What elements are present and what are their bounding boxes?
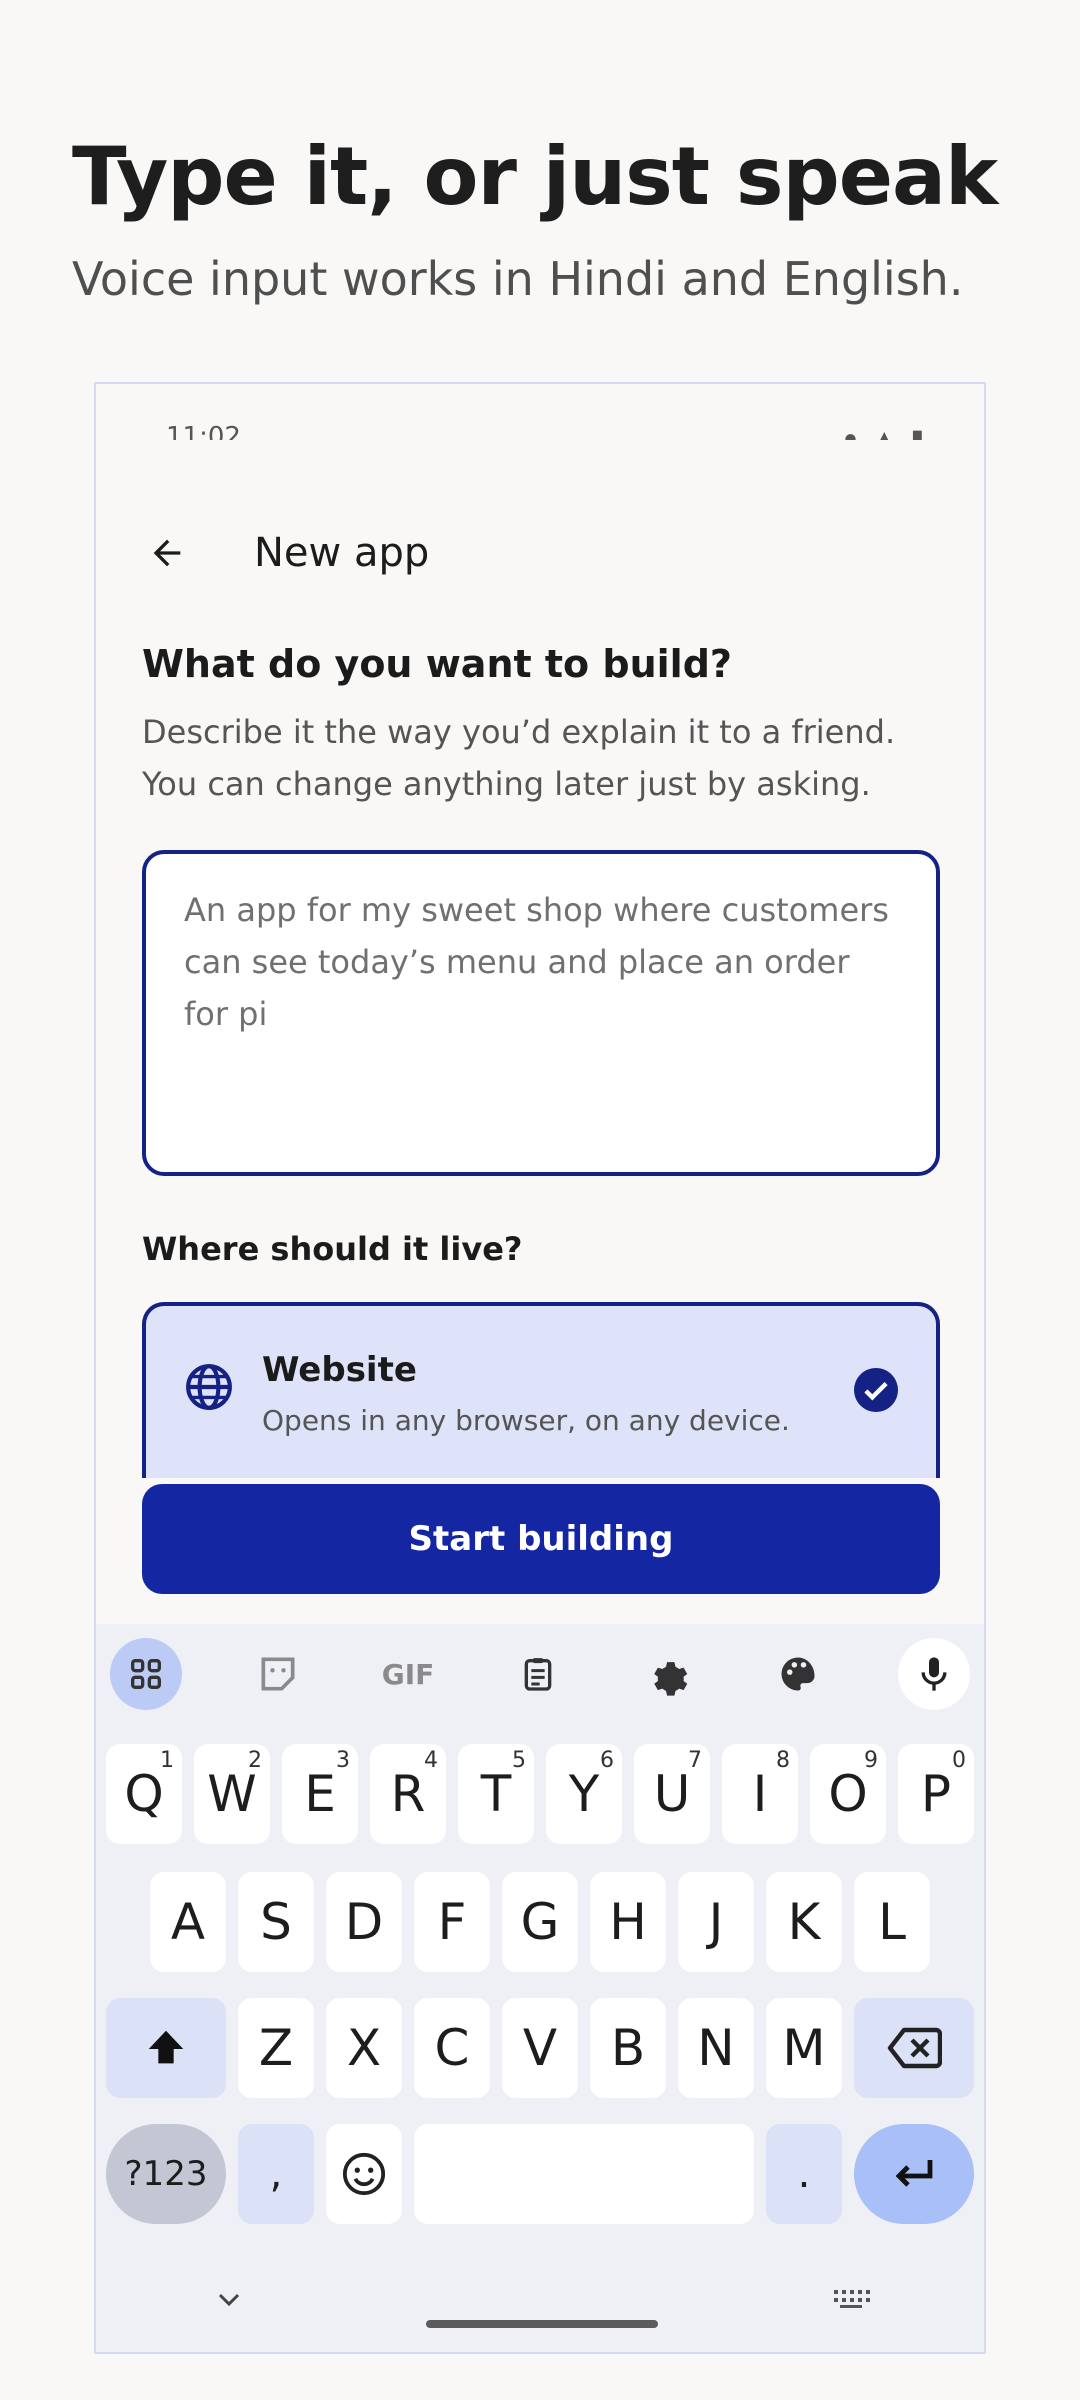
back-button[interactable] [132,518,202,588]
key-i[interactable]: I8 [722,1744,798,1844]
palette-icon[interactable] [762,1638,834,1710]
emoji-icon [342,2152,386,2196]
key-f[interactable]: F [414,1872,490,1972]
globe-icon [186,1364,232,1410]
gear-icon[interactable] [632,1638,704,1710]
navigation-bar [96,2276,984,2352]
key-y[interactable]: Y6 [546,1744,622,1844]
status-time: 11:02 [166,422,241,440]
key-z[interactable]: Z [238,1998,314,2098]
key-o[interactable]: O9 [810,1744,886,1844]
emoji-key[interactable] [326,2124,402,2224]
app-bar: New app [96,504,984,604]
key-s[interactable]: S [238,1872,314,1972]
key-d[interactable]: D [326,1872,402,1972]
enter-key[interactable] [854,2124,974,2224]
key-p[interactable]: P0 [898,1744,974,1844]
key-v[interactable]: V [502,1998,578,2098]
shift-icon [148,2030,184,2064]
key-m[interactable]: M [766,1998,842,2098]
question-description: Describe it the way you’d explain it to … [142,713,896,803]
shift-key[interactable] [106,1998,226,2098]
key-t[interactable]: T5 [458,1744,534,1844]
key-g[interactable]: G [502,1872,578,1972]
mic-icon[interactable] [898,1638,970,1710]
check-circle-icon [854,1368,898,1412]
status-icons: ● ▲ ▮ [843,425,928,440]
key-x[interactable]: X [326,1998,402,2098]
key-r[interactable]: R4 [370,1744,446,1844]
key-a[interactable]: A [150,1872,226,1972]
page-title: New app [254,530,430,576]
phone-screenshot-frame: 11:02 ● ▲ ▮ New app What do you want to … [94,382,986,2354]
key-c[interactable]: C [414,1998,490,2098]
app-description-input[interactable]: An app for my sweet shop where customers… [142,850,940,1176]
key-n[interactable]: N [678,1998,754,2098]
enter-icon [895,2160,933,2187]
promo-title: Type it, or just speak [72,130,998,223]
sticker-icon[interactable] [242,1638,314,1710]
period-key[interactable]: . [766,2124,842,2224]
question-title: What do you want to build? [142,642,732,686]
status-bar: 11:02 ● ▲ ▮ [96,384,984,440]
chevron-down-icon[interactable] [216,2284,242,2316]
symbols-key[interactable]: ?123 [106,2124,226,2224]
key-b[interactable]: B [590,1998,666,2098]
backspace-key[interactable] [854,1998,974,2098]
on-screen-keyboard: GIF Q1 W2 E3 R4 T5 Y6 U7 I8 O9 P0 A S D [96,1624,984,2352]
key-h[interactable]: H [590,1872,666,1972]
key-j[interactable]: J [678,1872,754,1972]
start-building-button[interactable]: Start building [142,1484,940,1594]
backspace-icon [887,2027,942,2069]
space-key[interactable] [414,2124,754,2224]
key-u[interactable]: U7 [634,1744,710,1844]
platform-option-subtitle: Opens in any browser, on any device. [262,1404,790,1437]
keyboard-switch-icon[interactable] [832,2288,870,2315]
apps-grid-icon[interactable] [110,1638,182,1710]
platform-option-website[interactable]: Website Opens in any browser, on any dev… [142,1302,940,1478]
key-k[interactable]: K [766,1872,842,1972]
platform-label: Where should it live? [142,1230,523,1268]
key-l[interactable]: L [854,1872,930,1972]
keyboard-toolbar: GIF [96,1638,984,1718]
gif-button[interactable]: GIF [372,1638,444,1710]
home-indicator[interactable] [426,2320,658,2328]
key-q[interactable]: Q1 [106,1744,182,1844]
key-e[interactable]: E3 [282,1744,358,1844]
comma-key[interactable]: , [238,2124,314,2224]
promo-subtitle: Voice input works in Hindi and English. [72,252,964,306]
clipboard-icon[interactable] [502,1638,574,1710]
arrow-left-icon [153,539,181,567]
key-w[interactable]: W2 [194,1744,270,1844]
platform-option-title: Website [262,1350,417,1390]
app-description-text[interactable]: An app for my sweet shop where customers… [184,884,898,1040]
